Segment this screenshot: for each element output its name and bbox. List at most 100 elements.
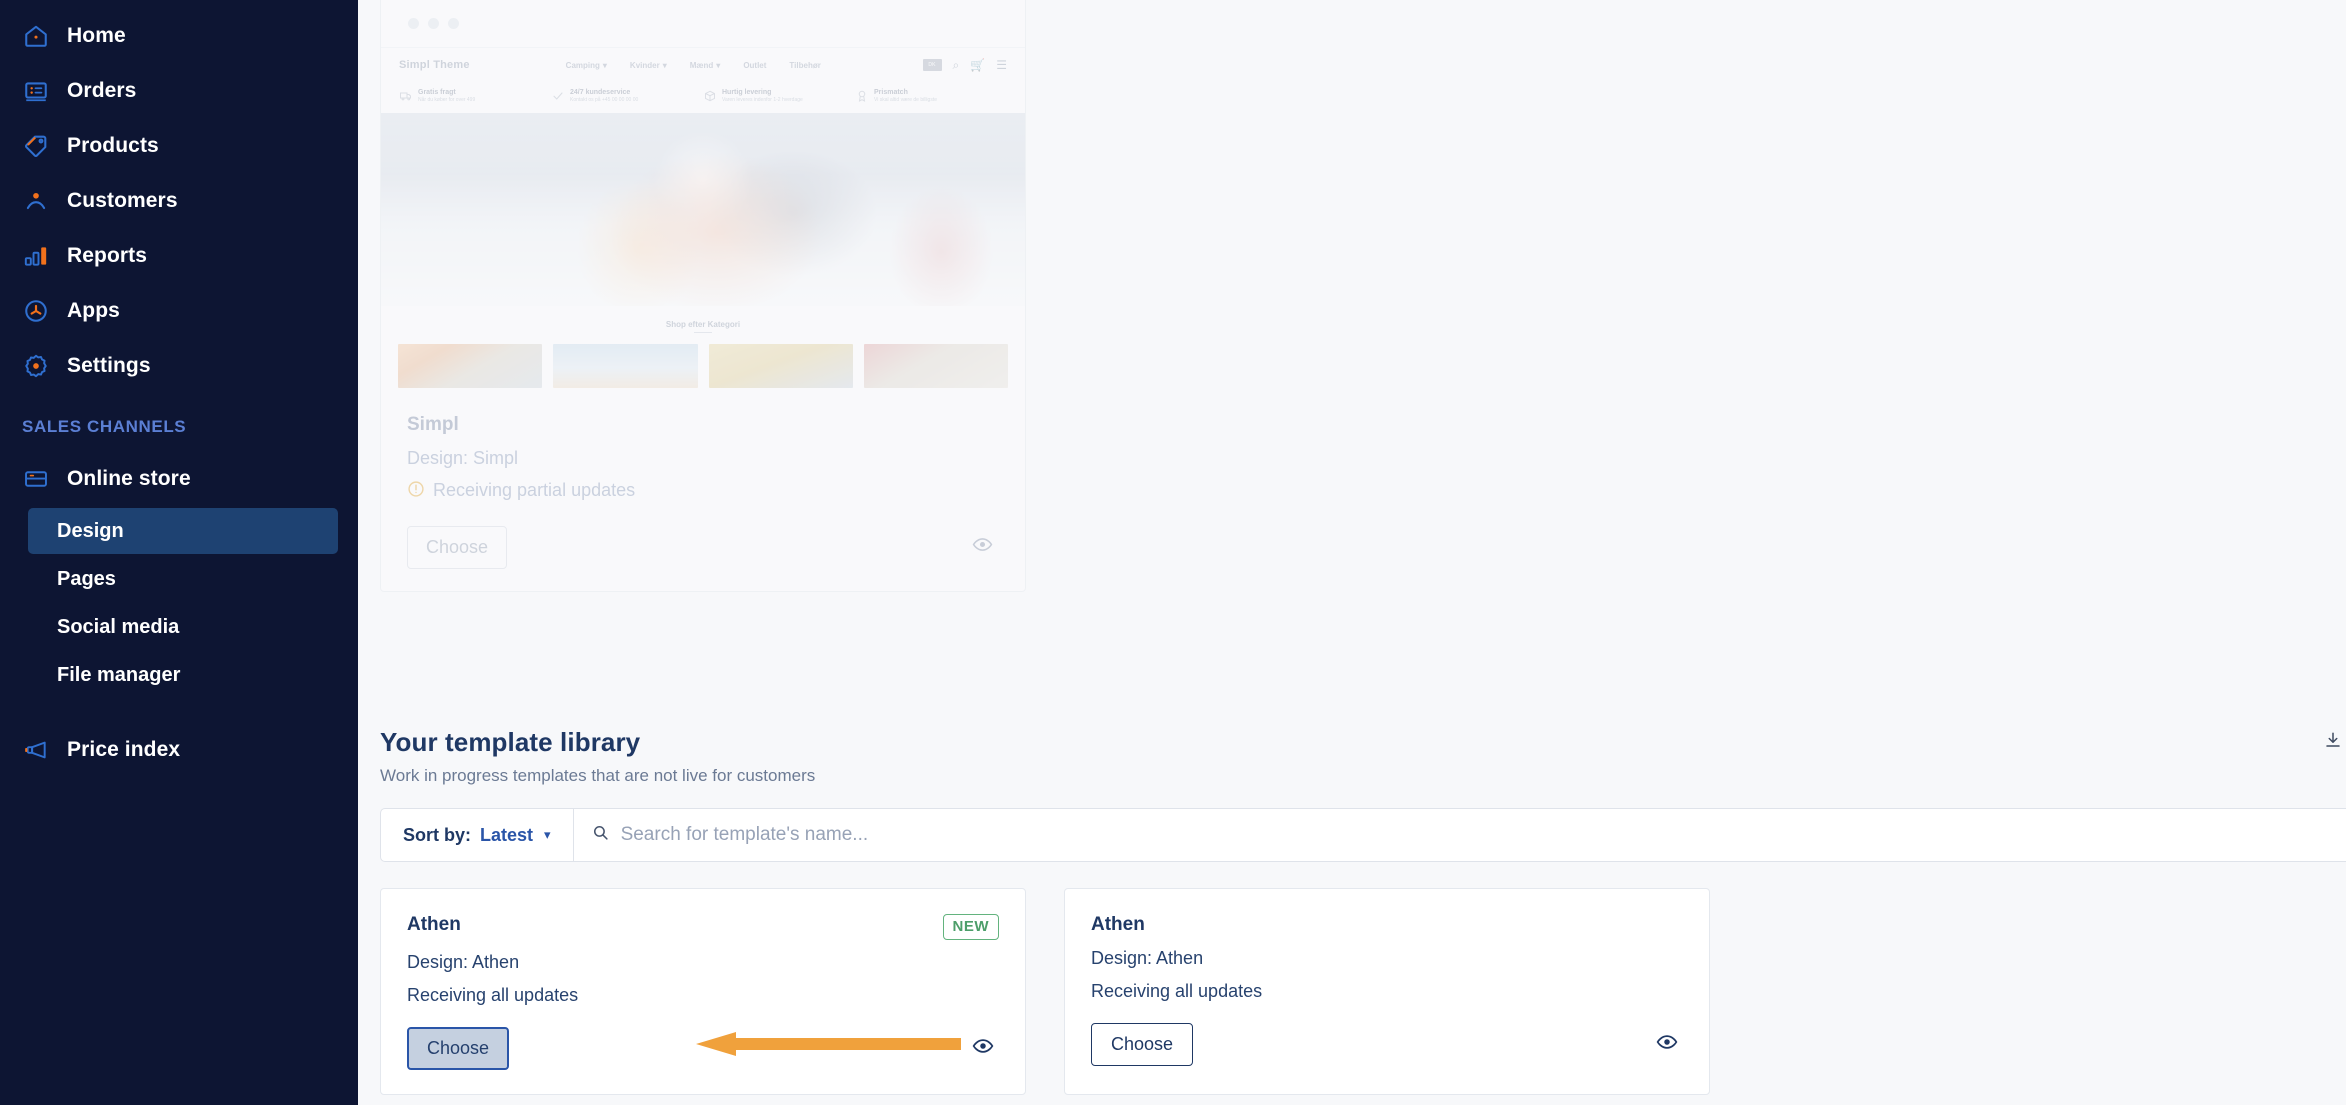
- heading-rule: [694, 332, 712, 334]
- download-icon: [2324, 731, 2342, 754]
- sidebar-item-price-index[interactable]: Price index: [0, 722, 358, 777]
- template-status: Receiving all updates: [407, 985, 579, 1006]
- sidebar-item-pages[interactable]: Pages: [28, 556, 338, 602]
- sidebar-item-apps[interactable]: Apps: [0, 283, 358, 338]
- search-icon: ⌕: [952, 58, 960, 72]
- loading-dots: [408, 18, 999, 29]
- mini-site-tools: DK ⌕ 🛒 ☰: [922, 58, 1007, 72]
- sidebar-item-label: Customers: [67, 188, 178, 212]
- template-card[interactable]: Athen Design: Athen Receiving all update…: [1064, 888, 1710, 1096]
- template-design: Design: Athen: [407, 952, 520, 973]
- template-card-header: Athen: [1091, 914, 1683, 936]
- search-icon: [592, 824, 609, 846]
- apps-icon: [22, 297, 50, 325]
- live-theme-name: Simpl: [407, 414, 459, 436]
- choose-button[interactable]: Choose: [1091, 1023, 1194, 1066]
- chevron-down-icon: ▾: [602, 60, 607, 70]
- library-toolbar: Sort by: Latest ▾: [380, 808, 2346, 862]
- live-theme-choose-button[interactable]: Choose: [407, 526, 508, 570]
- sidebar: Home Orders Products Customers Reports A…: [0, 0, 358, 1105]
- mini-nav-link: Camping ▾: [565, 60, 607, 70]
- live-theme-design: Design: Simpl: [407, 448, 519, 469]
- eye-icon[interactable]: [1656, 1031, 1678, 1059]
- category-section-heading: Shop efter Kategori: [665, 320, 741, 330]
- sort-by-dropdown[interactable]: Sort by: Latest ▾: [381, 809, 574, 861]
- package-icon: [703, 90, 716, 103]
- usp-text: Hurtig levering Varen leveres indenfor 1-…: [722, 89, 803, 104]
- live-theme-card: My Webshop (EN) Simpl Theme Camping▾ Kvi…: [380, 0, 1026, 593]
- award-icon: [855, 90, 868, 103]
- orders-icon: [22, 77, 50, 105]
- mini-site-preview: Simpl Theme Camping ▾ Kvinder ▾ Mænd ▾ Outl…: [381, 47, 1025, 389]
- page-title: Your template library: [380, 727, 641, 757]
- hamburger-menu-icon: ☰: [996, 58, 1007, 72]
- usp-text: 24/7 kundeservice Kontakt os på +45 00 00…: [570, 89, 639, 104]
- hero-banner-image: [381, 113, 1025, 307]
- sidebar-section-label: SALES CHANNELS: [22, 417, 187, 436]
- app-root: Home Orders Products Customers Reports A…: [0, 0, 2346, 1105]
- template-status: Receiving all updates: [1091, 981, 1263, 1001]
- import-design-button[interactable]: Import design: [2324, 731, 2346, 754]
- mini-nav-link: Kvinder ▾: [629, 60, 667, 70]
- search-field-wrapper: [574, 809, 2346, 861]
- sidebar-item-reports[interactable]: Reports: [0, 228, 358, 283]
- sidebar-item-label: Products: [67, 133, 159, 157]
- category-thumbnail: [553, 344, 698, 389]
- warning-icon: [407, 480, 425, 501]
- mini-nav-link: Mænd ▾: [689, 60, 721, 70]
- sidebar-item-products[interactable]: Products: [0, 118, 358, 173]
- template-name: Athen: [1091, 914, 1145, 935]
- mini-site-usp-bar: Gratis fragt Når du køber for over 499 24…: [381, 82, 1025, 113]
- sidebar-item-label: Orders: [67, 78, 137, 102]
- sidebar-item-label: Online store: [67, 466, 191, 490]
- mini-site-brand: Simpl Theme: [399, 59, 470, 71]
- template-library-titles: Your template library Work in progress t…: [380, 727, 815, 786]
- usp-item: Prismatch Vi skal altid være de billigste: [855, 88, 1007, 104]
- sidebar-subitem-label: File manager: [57, 663, 181, 686]
- tag-icon: [22, 132, 50, 160]
- sidebar-item-label: Home: [67, 23, 126, 47]
- sidebar-subitem-label: Pages: [57, 567, 116, 590]
- choose-button[interactable]: Choose: [407, 1027, 510, 1071]
- sidebar-item-customers[interactable]: Customers: [0, 173, 358, 228]
- sort-by-value: Latest: [480, 824, 534, 845]
- search-input[interactable]: [620, 809, 2346, 861]
- live-theme-status: Receiving partial updates: [407, 480, 999, 501]
- eye-icon[interactable]: [972, 1035, 994, 1063]
- live-theme-actions: Choose: [407, 526, 999, 570]
- sidebar-item-home[interactable]: Home: [0, 8, 358, 63]
- template-cards-grid: Athen NEW Design: Athen Receiving all up…: [380, 888, 2346, 1096]
- live-theme-info: Simpl Design: Simpl Receiving partial up…: [381, 388, 1025, 591]
- megaphone-icon: [22, 736, 50, 764]
- template-library-section: Your template library Work in progress t…: [380, 727, 2346, 1096]
- live-theme-preview-header: My Webshop (EN): [381, 0, 1025, 29]
- template-card[interactable]: Athen NEW Design: Athen Receiving all up…: [380, 888, 1026, 1096]
- sidebar-item-orders[interactable]: Orders: [0, 63, 358, 118]
- truck-icon: [399, 90, 412, 103]
- chevron-down-icon: ▾: [662, 60, 667, 70]
- sidebar-subitem-label: Social media: [57, 615, 180, 638]
- template-card-header: Athen NEW: [407, 914, 999, 941]
- usp-text: Gratis fragt Når du køber for over 499: [418, 89, 476, 104]
- mini-site-navbar: Simpl Theme Camping ▾ Kvinder ▾ Mænd ▾ Outl…: [381, 48, 1025, 82]
- bar-chart-icon: [22, 242, 50, 270]
- language-flag-icon: DK: [922, 59, 942, 71]
- sidebar-item-label: Apps: [67, 298, 120, 322]
- sidebar-item-file-manager[interactable]: File manager: [28, 652, 338, 698]
- category-thumbnail: [708, 344, 853, 389]
- eye-icon[interactable]: [972, 534, 993, 561]
- sidebar-subitem-label: Design: [57, 519, 124, 542]
- sidebar-item-online-store[interactable]: Online store: [0, 451, 358, 506]
- usp-text: Prismatch Vi skal altid være de billigste: [874, 89, 937, 104]
- mini-site-nav-links: Camping ▾ Kvinder ▾ Mænd ▾ Outlet Tilbehør: [566, 61, 821, 70]
- sidebar-item-social-media[interactable]: Social media: [28, 604, 338, 650]
- category-thumbnail: [863, 344, 1008, 389]
- status-badge: NEW: [942, 914, 999, 941]
- template-name: Athen: [407, 914, 461, 935]
- sidebar-item-settings[interactable]: Settings: [0, 338, 358, 393]
- home-icon: [22, 22, 50, 50]
- sidebar-item-label: Reports: [67, 243, 148, 267]
- mini-nav-link: Tilbehør: [789, 60, 821, 70]
- live-theme-status-text: Receiving partial updates: [433, 480, 636, 501]
- sidebar-item-design[interactable]: Design: [28, 508, 338, 554]
